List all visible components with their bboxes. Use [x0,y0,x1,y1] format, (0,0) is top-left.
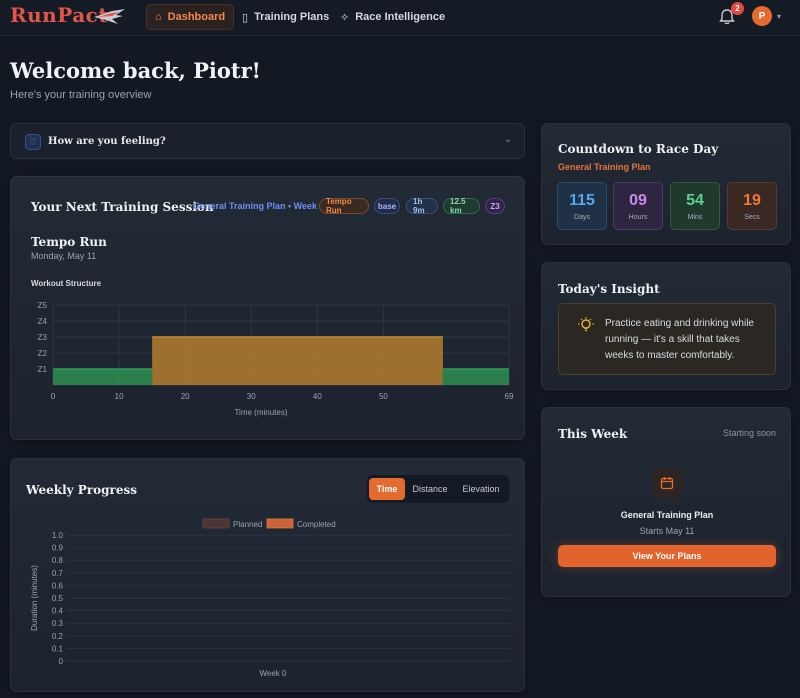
workout-structure-label: Workout Structure [31,279,102,288]
y-tick-label: Z5 [38,301,48,310]
y-tick-label: 0.9 [52,544,64,553]
x-tick-label: 0 [51,392,56,401]
legend-swatch [202,518,230,529]
heart-icon: ♡ [25,134,41,150]
y-tick-label: Z3 [38,333,48,342]
countdown-mins-value: 54 [686,191,704,209]
y-tick-label: Z2 [38,349,48,358]
nav-race-intelligence[interactable]: ✧ Race Intelligence [332,4,453,30]
page-subtitle: Here's your training overview [10,89,152,101]
pill-duration: 1h 9m [406,197,438,215]
y-tick-label: 0.1 [52,644,64,653]
insight-box: Practice eating and drinking while runni… [558,303,776,375]
countdown-mins-label: Mins [687,213,703,221]
x-tick-label: 10 [115,392,124,401]
zone-segment [152,337,443,385]
y-tick-label: 0.6 [52,581,64,590]
plan-week-link[interactable]: General Training Plan • Week 1 [193,201,325,211]
countdown-plan: General Training Plan [558,162,651,172]
x-tick-label: 40 [313,392,322,401]
x-tick-label: 30 [247,392,256,401]
pill-zone: Z3 [485,198,505,214]
next-session-card: Your Next Training Session General Train… [10,176,525,440]
nav-training-plans[interactable]: ▯ Training Plans [234,4,337,30]
countdown-card: Countdown to Race Day General Training P… [541,123,791,245]
page-title: Welcome back, Piotr! [10,58,261,83]
avatar[interactable]: P [752,6,772,26]
y-tick-label: 0.5 [52,594,64,603]
x-tick-label: 50 [379,392,388,401]
session-date: Monday, May 11 [31,251,97,261]
x-tick-label: 20 [181,392,190,401]
countdown-secs-value: 19 [743,191,761,209]
top-navbar: RunPact ⌂ Dashboard ▯ Training Plans ✧ R… [0,0,800,36]
tab-elevation[interactable]: Elevation [455,478,507,500]
bird-logo-icon [94,9,125,24]
zone-segment [442,369,509,385]
tab-distance[interactable]: Distance [405,478,455,500]
legend-label: Planned [233,520,262,529]
y-tick-label: 1.0 [52,531,64,540]
nav-training-plans-label: Training Plans [254,11,330,23]
zone-segment [53,369,153,385]
sparkle-icon: ✧ [340,11,350,24]
view-plans-button[interactable]: View Your Plans [558,545,776,567]
legend-label: Completed [297,520,336,529]
this-week-starts: Starts May 11 [639,526,695,536]
y-tick-label: 0.3 [52,619,64,628]
nav-race-intelligence-label: Race Intelligence [355,11,446,23]
this-week-title: This Week [558,427,628,441]
countdown-secs-label: Secs [744,213,760,221]
countdown-days: 115 Days [557,182,607,230]
legend-swatch [266,518,294,529]
feeling-accordion[interactable]: ♡ How are you feeling? ⌄ [10,123,525,159]
weekly-progress-chart: Planned Completed 0 0.1 0.2 0.3 0.4 0.5 0.6 0.7 0.… [30,518,511,678]
x-axis-label: Time (minutes) [234,408,287,417]
y-tick-label: 0.4 [52,607,64,616]
countdown-days-label: Days [574,213,590,221]
countdown-secs: 19 Secs [727,182,777,230]
lightbulb-icon [578,317,594,332]
y-tick-label: 0.8 [52,556,64,565]
next-session-title: Your Next Training Session [31,200,214,214]
y-tick-label: 0.7 [52,569,64,578]
x-tick-label: Week 0 [260,669,288,678]
this-week-status: Starting soon [722,428,776,438]
session-name: Tempo Run [31,235,107,249]
insight-card: Today's Insight Practice eating and drin… [541,262,791,390]
clipboard-icon: ▯ [242,11,249,24]
this-week-card: This Week Starting soon General Training… [541,407,791,597]
nav-dashboard-label: Dashboard [167,11,226,23]
chevron-down-icon[interactable]: ▾ [777,12,781,21]
chevron-down-icon[interactable]: ⌄ [504,134,512,145]
insight-title: Today's Insight [558,282,660,296]
y-tick-label: Z1 [38,365,48,374]
y-tick-label: 0 [59,657,64,666]
weekly-progress-card: Weekly Progress Time Distance Elevation … [10,458,525,692]
weekly-metric-tabs: Time Distance Elevation [367,475,509,503]
nav-dashboard[interactable]: ⌂ Dashboard [146,4,235,30]
countdown-hours: 09 Hours [613,182,663,230]
y-tick-label: 0.2 [52,632,64,641]
pill-workout-type: Tempo Run [319,197,369,215]
pill-phase: base [374,198,400,214]
weekly-progress-title: Weekly Progress [26,483,137,497]
countdown-days-value: 115 [569,191,595,209]
y-axis-label: Duration (minutes) [30,565,39,631]
countdown-hours-value: 09 [629,191,647,209]
workout-structure-chart: Z1 Z2 Z3 Z4 Z5 0 10 20 30 40 50 69 Time (minutes) [38,301,514,417]
countdown-hours-label: Hours [628,213,648,221]
feeling-label: How are you feeling? [48,136,166,147]
home-icon: ⌂ [155,11,162,23]
insight-text: Practice eating and drinking while runni… [605,318,754,361]
y-tick-label: Z4 [38,317,48,326]
notification-badge: 2 [731,2,744,15]
countdown-mins: 54 Mins [670,182,720,230]
x-tick-label: 69 [505,392,514,401]
countdown-title: Countdown to Race Day [558,142,719,156]
this-week-plan: General Training Plan [620,510,714,520]
calendar-icon [652,468,682,498]
tab-time[interactable]: Time [369,478,405,500]
pill-distance: 12.5 km [443,197,480,215]
